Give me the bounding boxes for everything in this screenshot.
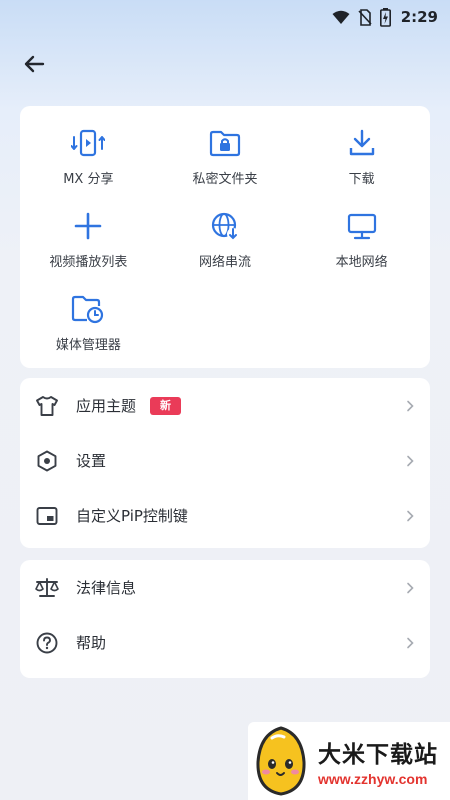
info-menu-list: 法律信息 帮助 [20, 560, 430, 670]
menu-item-help[interactable]: 帮助 [20, 615, 430, 670]
rice-mascot-logo [248, 722, 314, 800]
clock-time: 2:29 [400, 8, 438, 26]
grid-item-label: 私密文件夹 [192, 172, 258, 187]
site-watermark: 大米下载站 www.zzhyw.com [248, 722, 450, 800]
grid-item-download[interactable]: 下载 [293, 124, 430, 207]
info-menu-card: 法律信息 帮助 [20, 560, 430, 678]
shortcuts-grid: MX 分享 私密文件夹 下载 视频播放列表 网络串流 本地网络 媒体管理器 [20, 124, 430, 373]
grid-item-label: 媒体管理器 [55, 338, 121, 353]
add-playlist-icon [71, 209, 105, 243]
settings-menu-list: 应用主题 新 设置 自定义PiP控制键 [20, 378, 430, 543]
menu-item-pip-controls[interactable]: 自定义PiP控制键 [20, 488, 430, 543]
tshirt-icon [34, 393, 60, 419]
menu-item-legal[interactable]: 法律信息 [20, 560, 430, 615]
back-button[interactable] [16, 48, 52, 84]
scales-icon [34, 575, 60, 601]
download-icon [345, 126, 379, 160]
watermark-text: 大米下载站 www.zzhyw.com [318, 735, 438, 787]
grid-item-private-folder[interactable]: 私密文件夹 [157, 124, 294, 207]
settings-menu-card: 应用主题 新 设置 自定义PiP控制键 [20, 378, 430, 548]
no-sim-icon [358, 8, 372, 26]
private-folder-icon [208, 126, 242, 160]
chevron-right-icon [404, 582, 416, 594]
local-network-icon [345, 209, 379, 243]
chevron-right-icon [404, 400, 416, 412]
grid-item-label: 视频播放列表 [49, 255, 128, 270]
chevron-right-icon [404, 637, 416, 649]
back-arrow-icon [23, 55, 45, 77]
chevron-right-icon [404, 455, 416, 467]
grid-item-label: MX 分享 [63, 172, 114, 187]
grid-item-label: 下载 [348, 172, 375, 187]
menu-item-label: 应用主题 [76, 397, 137, 415]
menu-item-settings[interactable]: 设置 [20, 433, 430, 488]
pip-icon [34, 503, 60, 529]
battery-charging-icon [379, 7, 391, 27]
wifi-icon [332, 10, 350, 25]
grid-item-label: 本地网络 [335, 255, 388, 270]
grid-item-media-manager[interactable]: 媒体管理器 [20, 290, 157, 373]
status-bar: 2:29 [0, 0, 450, 34]
menu-item-label: 法律信息 [76, 579, 137, 597]
settings-hex-icon [34, 448, 60, 474]
grid-item-mx-share[interactable]: MX 分享 [20, 124, 157, 207]
menu-item-label: 设置 [76, 452, 107, 470]
watermark-url: www.zzhyw.com [318, 771, 428, 787]
media-manager-icon [71, 292, 105, 326]
menu-item-label: 自定义PiP控制键 [76, 507, 188, 525]
menu-item-app-theme[interactable]: 应用主题 新 [20, 378, 430, 433]
share-transfer-icon [71, 126, 106, 160]
watermark-title: 大米下载站 [318, 742, 438, 768]
menu-item-label: 帮助 [76, 634, 107, 652]
network-stream-icon [208, 209, 242, 243]
grid-item-video-playlist[interactable]: 视频播放列表 [20, 207, 157, 290]
chevron-right-icon [404, 510, 416, 522]
grid-item-local-network[interactable]: 本地网络 [293, 207, 430, 290]
top-bar [16, 48, 52, 84]
new-badge: 新 [150, 396, 182, 415]
grid-item-network-stream[interactable]: 网络串流 [157, 207, 294, 290]
shortcuts-card: MX 分享 私密文件夹 下载 视频播放列表 网络串流 本地网络 媒体管理器 [20, 106, 430, 368]
grid-item-label: 网络串流 [198, 255, 251, 270]
help-icon [34, 630, 60, 656]
